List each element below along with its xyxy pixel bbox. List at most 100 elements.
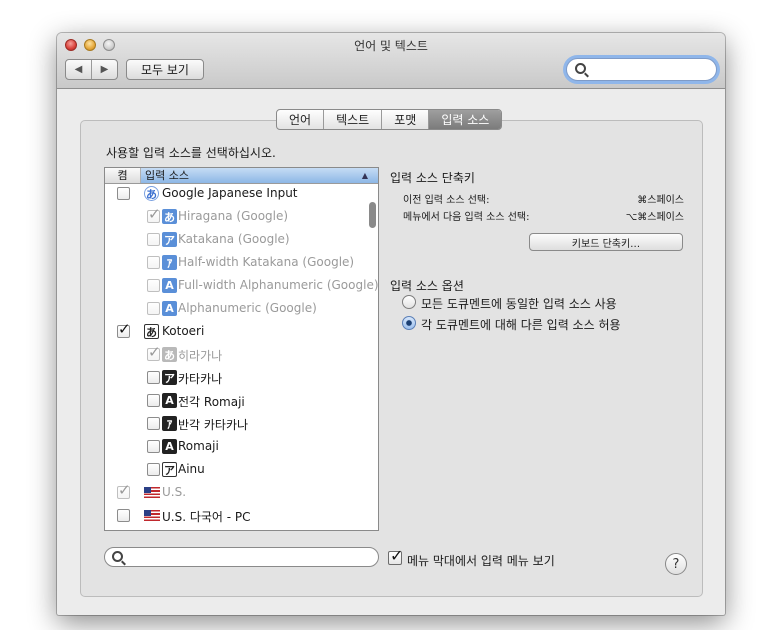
enable-checkbox[interactable] <box>117 187 130 200</box>
preferences-window: 언어 및 텍스트 ◀ ▶ 모두 보기 언어 텍스트 포맷 입력 소스 사용할 입… <box>57 33 725 615</box>
radio-per-document[interactable] <box>402 316 416 330</box>
tab-bar: 언어 텍스트 포맷 입력 소스 <box>276 109 503 130</box>
list-item[interactable]: ｱ 반각 카타카나 <box>105 412 367 435</box>
input-source-icon: あ <box>162 347 177 362</box>
show-input-menu-checkbox[interactable]: ✓ <box>388 546 403 565</box>
shortcut-label-previous: 이전 입력 소스 선택: <box>403 195 490 206</box>
list-item-label: Full-width Alphanumeric (Google) <box>178 278 379 292</box>
list-item-label: Ainu <box>178 462 205 476</box>
input-source-icon: ｱ <box>162 416 177 431</box>
show-input-menu-label: 메뉴 막대에서 입력 메뉴 보기 <box>407 554 555 568</box>
list-item[interactable]: ✓ あ Kotoeri <box>105 320 367 343</box>
enable-checkbox[interactable] <box>147 463 160 476</box>
list-rows: Dvorak - 한국あGoogle Japanese Input✓あHirag… <box>105 168 378 527</box>
checkmark-icon: ✓ <box>148 343 161 361</box>
shortcut-key-next: ⌥⌘스페이스 <box>625 212 684 223</box>
list-item-label: Romaji <box>178 439 219 453</box>
back-button[interactable]: ◀ <box>66 60 91 79</box>
list-item[interactable]: A Romaji <box>105 435 367 458</box>
title-bar: 언어 및 텍스트 ◀ ▶ 모두 보기 <box>57 33 725 89</box>
input-source-icon: あ <box>162 209 177 224</box>
enable-checkbox <box>147 302 160 315</box>
list-item-label: Alphanumeric (Google) <box>178 301 317 315</box>
list-item[interactable]: ✓ あ 히라가나 <box>105 343 367 366</box>
list-item[interactable]: ア 카타카나 <box>105 366 367 389</box>
list-item-label: U.S. <box>162 485 187 499</box>
list-item[interactable]: あ Google Japanese Input <box>105 182 367 205</box>
radio-per-document-label: 각 도큐멘트에 대해 다른 입력 소스 허용 <box>421 318 621 332</box>
enable-checkbox <box>147 256 160 269</box>
preferences-search-field[interactable] <box>566 58 717 81</box>
input-source-icon: あ <box>144 186 159 201</box>
list-item-label: 히라가나 <box>178 349 223 363</box>
list-item[interactable]: A Full-width Alphanumeric (Google) <box>105 274 378 297</box>
enable-checkbox[interactable] <box>147 371 160 384</box>
list-item[interactable]: ✓ U.S. <box>105 481 367 504</box>
enable-checkbox <box>147 233 160 246</box>
list-item-label: Half-width Katakana (Google) <box>178 255 355 269</box>
list-header: 켬 입력 소스 ▲ <box>105 168 378 184</box>
input-source-icon: ア <box>162 232 177 247</box>
list-item-label: Google Japanese Input <box>162 186 298 200</box>
help-button[interactable]: ? <box>665 553 687 575</box>
list-item[interactable]: A 전각 Romaji <box>105 389 367 412</box>
list-item-label: Kotoeri <box>162 324 205 338</box>
list-item[interactable]: ✓ あ Hiragana (Google) <box>105 205 367 228</box>
tab-formats[interactable]: 포맷 <box>381 110 428 129</box>
checkmark-icon: ✓ <box>148 205 161 223</box>
list-item[interactable]: ア Katakana (Google) <box>105 228 367 251</box>
column-header-on[interactable]: 켬 <box>105 168 141 183</box>
column-header-input-source[interactable]: 입력 소스 ▲ <box>141 168 378 183</box>
enable-checkbox[interactable] <box>147 440 160 453</box>
enable-checkbox[interactable] <box>147 417 160 430</box>
input-source-list[interactable]: 켬 입력 소스 ▲ Dvorak - 한국あGoogle Japanese In… <box>104 167 379 531</box>
shortcut-label-next: 메뉴에서 다음 입력 소스 선택: <box>403 212 530 223</box>
options-title: 입력 소스 옵션 <box>390 279 464 293</box>
checkmark-icon: ✓ <box>118 320 131 338</box>
list-item-label: 전각 Romaji <box>178 395 245 409</box>
tab-text[interactable]: 텍스트 <box>323 110 381 129</box>
shortcut-key-previous: ⌘스페이스 <box>637 195 684 206</box>
input-source-icon: あ <box>144 324 159 339</box>
forward-button[interactable]: ▶ <box>91 60 117 79</box>
back-forward-control: ◀ ▶ <box>65 59 118 80</box>
us-flag-icon <box>144 487 160 498</box>
tab-language[interactable]: 언어 <box>277 110 323 129</box>
list-item[interactable]: U.S. 다국어 - PC <box>105 504 367 527</box>
input-source-icon: ア <box>162 370 177 385</box>
show-all-button[interactable]: 모두 보기 <box>126 59 204 80</box>
list-search-field[interactable] <box>104 547 379 567</box>
list-item-label: Hiragana (Google) <box>178 209 289 223</box>
instruction-text: 사용할 입력 소스를 선택하십시오. <box>106 146 276 160</box>
column-header-label: 입력 소스 <box>145 169 189 182</box>
input-source-icon: ｱ <box>162 255 177 270</box>
search-icon <box>575 63 586 74</box>
keyboard-shortcuts-button[interactable]: 키보드 단축키… <box>529 233 683 251</box>
input-source-icon: A <box>162 278 177 293</box>
list-item[interactable]: ア Ainu <box>105 458 367 481</box>
window-title: 언어 및 텍스트 <box>354 39 428 53</box>
radio-same-source[interactable] <box>402 295 416 309</box>
input-source-icon: A <box>162 301 177 316</box>
enable-checkbox[interactable] <box>117 509 130 522</box>
checkmark-icon: ✓ <box>390 546 404 565</box>
list-scrollbar-thumb[interactable] <box>369 202 376 228</box>
us-flag-icon <box>144 510 160 521</box>
radio-same-source-label: 모든 도큐멘트에 동일한 입력 소스 사용 <box>421 297 617 311</box>
search-icon <box>112 551 123 562</box>
tab-input-sources[interactable]: 입력 소스 <box>428 110 502 129</box>
list-item-label: 카타카나 <box>178 372 223 386</box>
sort-ascending-icon: ▲ <box>361 171 368 180</box>
list-item[interactable]: ｱ Half-width Katakana (Google) <box>105 251 367 274</box>
checkmark-icon: ✓ <box>118 481 131 499</box>
list-item-label: Katakana (Google) <box>178 232 290 246</box>
input-source-icon: A <box>162 393 177 408</box>
enable-checkbox <box>147 279 160 292</box>
shortcuts-title: 입력 소스 단축키 <box>390 171 475 185</box>
list-item-label: U.S. 다국어 - PC <box>162 510 251 524</box>
enable-checkbox[interactable] <box>147 394 160 407</box>
input-source-icon: A <box>162 439 177 454</box>
list-item[interactable]: A Alphanumeric (Google) <box>105 297 367 320</box>
list-item-label: 반각 카타카나 <box>178 418 249 432</box>
input-source-icon: ア <box>162 462 177 477</box>
